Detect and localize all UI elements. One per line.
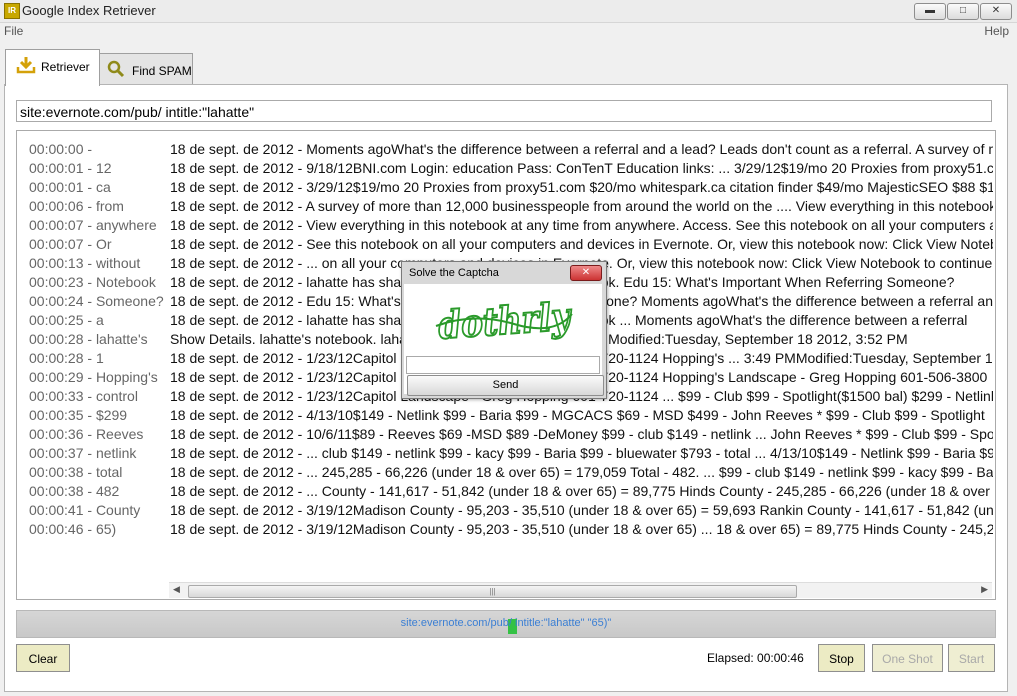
result-row[interactable]: 00:00:35 - $299 18 de sept. de 2012 - 4/1… <box>17 406 993 425</box>
download-icon <box>16 56 36 77</box>
result-time: 00:00:46 - 65) <box>29 521 117 537</box>
window-title: Google Index Retriever <box>22 3 156 18</box>
captcha-input[interactable] <box>406 356 600 374</box>
result-text: 18 de sept. de 2012 - 3/19/12Madison Cou… <box>170 521 993 537</box>
captcha-image: dothrly <box>435 292 575 349</box>
elapsed-time: Elapsed: 00:00:46 <box>707 651 804 665</box>
result-time: 00:00:07 - Or <box>29 236 112 252</box>
result-row[interactable]: 00:00:36 - Reeves 18 de sept. de 2012 - 1… <box>17 425 993 444</box>
result-time: 00:00:36 - Reeves <box>29 426 144 442</box>
result-time: 00:00:29 - Hopping's <box>29 369 158 385</box>
tab-retriever[interactable]: Retriever <box>5 49 100 86</box>
result-text: 18 de sept. de 2012 - 3/19/12Madison Cou… <box>170 502 993 518</box>
scrollbar-thumb[interactable]: ||| <box>188 585 797 598</box>
result-time: 00:00:25 - a <box>29 312 104 328</box>
close-icon: ✕ <box>991 5 1001 16</box>
result-time: 00:00:07 - anywhere <box>29 217 157 233</box>
result-time: 00:00:00 - <box>29 141 93 157</box>
horizontal-scrollbar[interactable]: ◀ ||| ▶ <box>169 582 992 598</box>
one-shot-button[interactable]: One Shot <box>872 644 943 672</box>
result-row[interactable]: 00:00:37 - netlink 18 de sept. de 2012 - … <box>17 444 993 463</box>
menu-help[interactable]: Help <box>984 24 1009 38</box>
result-time: 00:00:37 - netlink <box>29 445 137 461</box>
tab-find-spam[interactable]: Find SPAM <box>98 53 193 88</box>
result-time: 00:00:35 - $299 <box>29 407 128 423</box>
result-time: 00:00:28 - lahatte's <box>29 331 148 347</box>
app-icon: IR <box>4 3 20 19</box>
result-time: 00:00:38 - 482 <box>29 483 120 499</box>
title-bar: IR Google Index Retriever ▬ □ ✕ <box>0 0 1017 23</box>
result-row[interactable]: 00:00:07 - Or 18 de sept. de 2012 - See t… <box>17 235 993 254</box>
scroll-right-icon[interactable]: ▶ <box>981 584 988 595</box>
captcha-dialog-title: Solve the Captcha <box>409 267 499 279</box>
captcha-dialog: Solve the Captcha ✕ dothrly Send <box>401 261 607 399</box>
start-button[interactable]: Start <box>948 644 995 672</box>
result-text: 18 de sept. de 2012 - ... club $149 - ne… <box>170 445 993 461</box>
result-row[interactable]: 00:00:01 - ca 18 de sept. de 2012 - 3/29/… <box>17 178 993 197</box>
result-row[interactable]: 00:00:38 - 482 18 de sept. de 2012 - ... … <box>17 482 993 501</box>
result-time: 00:00:13 - without <box>29 255 141 271</box>
search-icon <box>107 60 125 81</box>
stop-button[interactable]: Stop <box>818 644 865 672</box>
result-text: 18 de sept. de 2012 - Moments agoWhat's … <box>170 141 993 157</box>
result-row[interactable]: 00:00:07 - anywhere 18 de sept. de 2012 -… <box>17 216 993 235</box>
result-row[interactable]: 00:00:46 - 65) 18 de sept. de 2012 - 3/19… <box>17 520 993 539</box>
tab-find-spam-label: Find SPAM <box>132 64 192 78</box>
result-time: 00:00:38 - total <box>29 464 123 480</box>
minimize-button[interactable]: ▬ <box>914 3 946 20</box>
close-button[interactable]: ✕ <box>980 3 1012 20</box>
result-text: 18 de sept. de 2012 - A survey of more t… <box>170 198 993 214</box>
result-text: 18 de sept. de 2012 - 4/13/10$149 - Netl… <box>170 407 985 423</box>
result-text: 18 de sept. de 2012 - 9/18/12BNI.com Log… <box>170 160 993 176</box>
send-button[interactable]: Send <box>407 375 604 396</box>
result-time: 00:00:24 - Someone? <box>29 293 164 309</box>
result-row[interactable]: 00:00:00 - 18 de sept. de 2012 - Moments … <box>17 140 993 159</box>
result-row[interactable]: 00:00:38 - total 18 de sept. de 2012 - ..… <box>17 463 993 482</box>
result-time: 00:00:01 - ca <box>29 179 111 195</box>
tab-retriever-label: Retriever <box>41 60 90 74</box>
captcha-dialog-body: dothrly Send <box>404 284 604 396</box>
result-row[interactable]: 00:00:01 - 12 18 de sept. de 2012 - 9/18/… <box>17 159 993 178</box>
result-text: 18 de sept. de 2012 - See this notebook … <box>170 236 993 252</box>
progress-bar: site:evernote.com/pub/ intitle:"lahatte"… <box>16 610 996 638</box>
result-time: 00:00:41 - County <box>29 502 141 518</box>
result-time: 00:00:28 - 1 <box>29 350 104 366</box>
result-row[interactable]: 00:00:41 - County 18 de sept. de 2012 - 3… <box>17 501 993 520</box>
maximize-button[interactable]: □ <box>947 3 979 20</box>
result-text: 18 de sept. de 2012 - View everything in… <box>170 217 993 233</box>
maximize-icon: □ <box>959 5 967 16</box>
scroll-left-icon[interactable]: ◀ <box>173 584 180 595</box>
close-icon: ✕ <box>581 267 591 278</box>
menu-bar: File Help <box>0 23 1017 41</box>
result-time: 00:00:06 - from <box>29 198 124 214</box>
result-time: 00:00:23 - Notebook <box>29 274 156 290</box>
menu-file[interactable]: File <box>4 24 23 38</box>
captcha-close-button[interactable]: ✕ <box>570 265 602 281</box>
progress-text: site:evernote.com/pub/ intitle:"lahatte"… <box>400 617 612 629</box>
minimize-icon: ▬ <box>925 5 935 16</box>
result-time: 00:00:33 - control <box>29 388 138 404</box>
result-row[interactable]: 00:00:06 - from 18 de sept. de 2012 - A s… <box>17 197 993 216</box>
result-text: 18 de sept. de 2012 - 10/6/11$89 - Reeve… <box>170 426 993 442</box>
result-text: 18 de sept. de 2012 - 3/29/12$19/mo 20 P… <box>170 179 993 195</box>
result-text: 18 de sept. de 2012 - ... 245,285 - 66,2… <box>170 464 993 480</box>
result-time: 00:00:01 - 12 <box>29 160 112 176</box>
result-text: 18 de sept. de 2012 - ... County - 141,6… <box>170 483 993 499</box>
query-input[interactable]: site:evernote.com/pub/ intitle:"lahatte" <box>16 100 992 122</box>
clear-button[interactable]: Clear <box>16 644 70 672</box>
